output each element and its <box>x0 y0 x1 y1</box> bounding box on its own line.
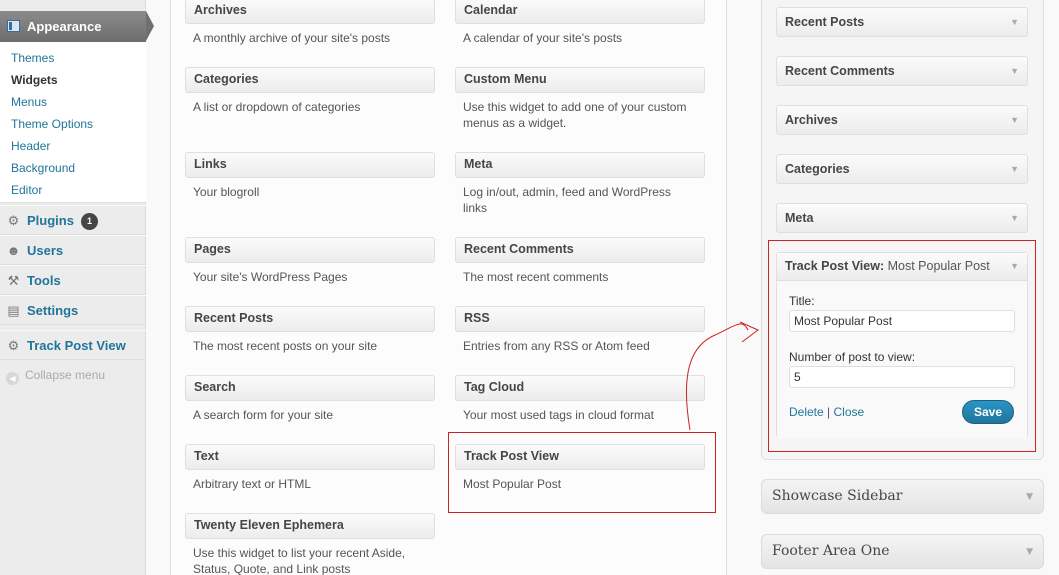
expand-arrow-icon[interactable]: ▼ <box>1010 155 1019 183</box>
widget-custom-menu[interactable]: Custom Menu Use this widget to add one o… <box>455 67 705 131</box>
menu-appearance[interactable]: Appearance <box>0 11 154 42</box>
widget-description: Log in/out, admin, feed and WordPress li… <box>463 185 671 215</box>
menu-tools-label: Tools <box>27 273 61 288</box>
menu-users[interactable]: ☻ Users <box>0 235 146 265</box>
expand-arrow-icon[interactable]: ▼ <box>1010 204 1019 232</box>
widget-calendar[interactable]: Calendar A calendar of your site's posts <box>455 0 705 46</box>
sidebar-widget-categories[interactable]: Categories ▼ <box>776 154 1028 184</box>
sidebar-widget-recent-comments[interactable]: Recent Comments ▼ <box>776 56 1028 86</box>
menu-settings-label: Settings <box>27 303 79 318</box>
appearance-icon <box>7 20 20 32</box>
sidebar-name: Showcase Sidebar <box>772 488 903 504</box>
widget-title[interactable]: Categories <box>185 67 435 93</box>
plugin-icon: ⚙ <box>7 213 20 228</box>
sidebar-widget-title: Meta <box>785 211 814 225</box>
widget-title[interactable]: Links <box>185 152 435 178</box>
widget-rss[interactable]: RSS Entries from any RSS or Atom feed <box>455 306 705 354</box>
widget-description: Your most used tags in cloud format <box>463 408 654 422</box>
widget-links[interactable]: Links Your blogroll <box>185 152 435 200</box>
sidebar-widget-title: Recent Posts <box>785 15 865 29</box>
submenu-themes[interactable]: Themes <box>11 51 54 65</box>
settings-icon: ▤ <box>7 303 20 318</box>
collapse-menu[interactable]: ◀ Collapse menu <box>6 368 105 385</box>
sidebar-footer-area-one[interactable]: Footer Area One ▼ <box>761 534 1044 569</box>
widget-tag-cloud[interactable]: Tag Cloud Your most used tags in cloud f… <box>455 375 705 423</box>
widget-title[interactable]: Archives <box>185 0 435 24</box>
appearance-submenu: Themes Widgets Menus Theme Options Heade… <box>0 42 146 203</box>
sidebar-widget-title: Categories <box>785 162 850 176</box>
widget-description: A list or dropdown of categories <box>193 100 361 114</box>
widget-description: Entries from any RSS or Atom feed <box>463 339 650 353</box>
sidebar-name: Footer Area One <box>772 543 890 559</box>
menu-appearance-label: Appearance <box>27 19 102 34</box>
submenu-widgets[interactable]: Widgets <box>11 73 58 87</box>
widget-recent-comments[interactable]: Recent Comments The most recent comments <box>455 237 705 285</box>
sidebar-widget-recent-posts[interactable]: Recent Posts ▼ <box>776 7 1028 37</box>
widget-title[interactable]: Text <box>185 444 435 470</box>
menu-plugins-label: Plugins <box>27 213 74 228</box>
menu-track-post-view-label: Track Post View <box>27 338 126 353</box>
widget-title[interactable]: RSS <box>455 306 705 332</box>
expand-arrow-icon[interactable]: ▼ <box>1026 481 1033 514</box>
expand-arrow-icon[interactable]: ▼ <box>1010 8 1019 36</box>
collapse-menu-label: Collapse menu <box>25 368 106 382</box>
widget-title[interactable]: Search <box>185 375 435 401</box>
submenu-background[interactable]: Background <box>11 161 75 175</box>
widget-description: A search form for your site <box>193 408 334 422</box>
tools-icon: ⚒ <box>7 273 20 288</box>
submenu-header[interactable]: Header <box>11 139 50 153</box>
widget-title[interactable]: Custom Menu <box>455 67 705 93</box>
widget-description: The most recent comments <box>463 270 609 284</box>
expand-arrow-icon[interactable]: ▼ <box>1026 536 1033 569</box>
expand-arrow-icon[interactable]: ▼ <box>1010 106 1019 134</box>
expand-arrow-icon[interactable]: ▼ <box>1010 57 1019 85</box>
menu-tools[interactable]: ⚒ Tools <box>0 265 146 295</box>
menu-track-post-view[interactable]: ⚙ Track Post View <box>0 330 146 360</box>
users-icon: ☻ <box>6 243 21 258</box>
highlight-available-widget <box>448 432 716 513</box>
widget-description: Use this widget to add one of your custo… <box>463 100 687 130</box>
menu-plugins[interactable]: ⚙ Plugins 1 <box>0 205 146 235</box>
widget-title[interactable]: Pages <box>185 237 435 263</box>
sidebar-showcase[interactable]: Showcase Sidebar ▼ <box>761 479 1044 514</box>
widget-categories[interactable]: Categories A list or dropdown of categor… <box>185 67 435 115</box>
widget-description: Your blogroll <box>193 185 260 199</box>
widget-title[interactable]: Recent Comments <box>455 237 705 263</box>
widget-text[interactable]: Text Arbitrary text or HTML <box>185 444 435 492</box>
update-count-badge: 1 <box>81 213 98 230</box>
widget-description: A monthly archive of your site's posts <box>193 31 391 45</box>
admin-menu: Appearance Themes Widgets Menus Theme Op… <box>0 0 154 575</box>
widget-meta[interactable]: Meta Log in/out, admin, feed and WordPre… <box>455 152 705 216</box>
sidebar-widget-archives[interactable]: Archives ▼ <box>776 105 1028 135</box>
widget-description: Your site's WordPress Pages <box>193 270 348 284</box>
widget-description: Use this widget to list your recent Asid… <box>193 546 406 575</box>
widget-description: The most recent posts on your site <box>193 339 378 353</box>
widget-pages[interactable]: Pages Your site's WordPress Pages <box>185 237 435 285</box>
widget-twenty-eleven-ephemera[interactable]: Twenty Eleven Ephemera Use this widget t… <box>185 513 435 575</box>
menu-users-label: Users <box>27 243 64 258</box>
widget-description: Arbitrary text or HTML <box>193 477 312 491</box>
collapse-arrow-icon: ◀ <box>6 372 19 385</box>
sidebar-widget-title: Archives <box>785 113 838 127</box>
submenu-theme-options[interactable]: Theme Options <box>11 117 93 131</box>
submenu-menus[interactable]: Menus <box>11 95 47 109</box>
gear-icon: ⚙ <box>7 338 20 353</box>
widget-title[interactable]: Recent Posts <box>185 306 435 332</box>
widget-archives[interactable]: Archives A monthly archive of your site'… <box>185 0 435 46</box>
widget-title[interactable]: Twenty Eleven Ephemera <box>185 513 435 539</box>
highlight-sidebar-widget <box>768 240 1036 452</box>
submenu-editor[interactable]: Editor <box>11 183 42 197</box>
sidebar-widget-meta[interactable]: Meta ▼ <box>776 203 1028 233</box>
widget-title[interactable]: Tag Cloud <box>455 375 705 401</box>
sidebar-widget-title: Recent Comments <box>785 64 895 78</box>
drag-arrowhead <box>739 321 759 343</box>
widget-description: A calendar of your site's posts <box>463 31 623 45</box>
widget-recent-posts[interactable]: Recent Posts The most recent posts on yo… <box>185 306 435 354</box>
widget-title[interactable]: Calendar <box>455 0 705 24</box>
widget-search[interactable]: Search A search form for your site <box>185 375 435 423</box>
menu-settings[interactable]: ▤ Settings <box>0 295 146 325</box>
widget-title[interactable]: Meta <box>455 152 705 178</box>
